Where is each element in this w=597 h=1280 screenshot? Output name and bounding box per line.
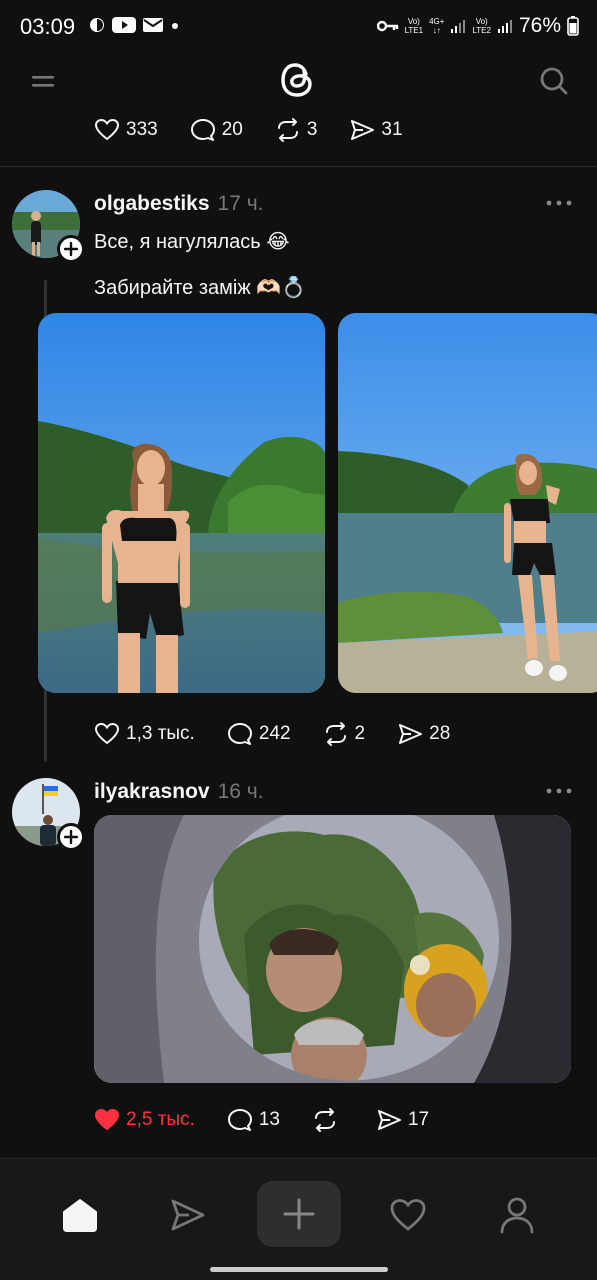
share-button[interactable]: 31 (349, 117, 403, 143)
heart-filled-icon (94, 1108, 120, 1131)
like-count: 1,3 тыс. (126, 723, 195, 744)
send-icon (171, 1199, 205, 1231)
prev-post-actions: 333 20 3 31 (94, 115, 435, 145)
send-icon (399, 724, 423, 744)
search-icon[interactable] (539, 66, 569, 96)
battery-percent: 76% (518, 14, 561, 37)
comment-icon (227, 1109, 252, 1131)
more-icon[interactable] (545, 198, 573, 208)
username[interactable]: olgabestiks (94, 192, 210, 216)
network-type-label: 4G+ ↓↑ (429, 17, 445, 35)
reply-button[interactable]: 242 (227, 721, 291, 747)
repost-icon (314, 1108, 335, 1132)
heart-icon (94, 722, 120, 745)
nav-home[interactable] (60, 1195, 100, 1235)
sim2-label: Vo) LTE2 (472, 17, 491, 35)
post-photo[interactable] (38, 313, 325, 693)
battery-icon (567, 16, 579, 36)
plus-icon (64, 242, 78, 256)
send-icon (377, 1110, 401, 1130)
share-count: 31 (381, 119, 403, 140)
plus-icon (64, 830, 78, 844)
repost-button[interactable]: 3 (275, 117, 318, 143)
status-time: 03:09 (20, 14, 76, 39)
repost-button[interactable]: 2 (323, 721, 366, 747)
post-photo[interactable] (94, 815, 571, 1083)
share-count: 28 (429, 723, 451, 744)
share-button[interactable]: 17 (376, 1107, 429, 1133)
mail-icon (143, 18, 163, 32)
youtube-icon (112, 17, 136, 33)
post-header: olgabestiks 17 ч. (94, 192, 264, 216)
repost-button[interactable] (312, 1107, 344, 1133)
signal-icon (451, 20, 466, 33)
key-icon (376, 20, 398, 32)
nav-activity[interactable] (388, 1195, 428, 1235)
nav-messages[interactable] (168, 1195, 208, 1235)
send-icon (351, 120, 375, 140)
like-button[interactable]: 2,5 тыс. (94, 1107, 195, 1133)
nav-create[interactable] (257, 1181, 341, 1247)
post-time: 16 ч. (217, 780, 264, 803)
username[interactable]: ilyakrasnov (94, 780, 210, 804)
like-button[interactable]: 333 (94, 117, 158, 143)
more-icon[interactable] (545, 786, 573, 796)
heart-icon (390, 1199, 426, 1231)
post-text-line: Все, я нагулялась 😂 (94, 231, 290, 253)
post-photo[interactable] (338, 313, 597, 693)
vpn-icon (90, 18, 104, 32)
like-count: 333 (126, 119, 158, 140)
reply-count: 242 (258, 723, 291, 744)
post-actions: 2,5 тыс. 13 17 (94, 1105, 461, 1135)
reply-button[interactable]: 13 (227, 1107, 280, 1133)
like-count: 2,5 тыс. (126, 1109, 195, 1130)
follow-button[interactable] (57, 823, 85, 851)
heart-icon (94, 118, 120, 141)
profile-icon (500, 1197, 534, 1234)
menu-icon[interactable] (30, 70, 56, 92)
repost-icon (277, 118, 298, 142)
plus-icon (283, 1198, 315, 1230)
repost-icon (325, 722, 346, 746)
sim1-label: Vo) LTE1 (404, 17, 424, 35)
repost-count: 3 (306, 119, 318, 140)
status-bar: 03:09 Vo) LTE1 4G+ ↓↑ Vo) LTE2 76% (0, 0, 597, 56)
signal-icon-2 (497, 20, 512, 33)
bottom-nav (0, 1158, 597, 1280)
nav-profile[interactable] (497, 1195, 537, 1235)
app-header (0, 56, 597, 108)
like-button[interactable]: 1,3 тыс. (94, 721, 195, 747)
notification-icons (88, 16, 180, 34)
reply-count: 20 (221, 119, 243, 140)
gesture-bar[interactable] (210, 1267, 388, 1272)
status-right: Vo) LTE1 4G+ ↓↑ Vo) LTE2 76% (376, 14, 579, 38)
follow-button[interactable] (57, 235, 85, 263)
dot-icon (172, 23, 178, 29)
reply-button[interactable]: 20 (190, 117, 243, 143)
share-count: 17 (407, 1109, 430, 1130)
repost-count: 2 (354, 723, 366, 744)
share-button[interactable]: 28 (397, 721, 450, 747)
post-actions: 1,3 тыс. 242 2 28 (94, 719, 482, 749)
post-divider (0, 166, 597, 167)
threads-logo[interactable] (278, 58, 318, 102)
post-text-line: Забирайте заміж 🫶🏻💍 (94, 277, 307, 299)
post-time: 17 ч. (217, 192, 264, 215)
home-icon (63, 1199, 97, 1232)
comment-icon (227, 723, 252, 745)
post-header: ilyakrasnov 16 ч. (94, 780, 264, 804)
reply-count: 13 (258, 1109, 280, 1130)
comment-icon (190, 119, 215, 141)
